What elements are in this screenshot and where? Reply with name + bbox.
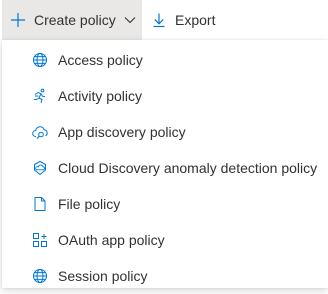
menu-item-label: OAuth app policy (58, 232, 165, 248)
menu-item-label: Session policy (58, 268, 148, 284)
add-icon (10, 12, 26, 28)
create-policy-button[interactable]: Create policy (2, 0, 142, 40)
menu-item-oauth-app-policy[interactable]: OAuth app policy (2, 222, 328, 258)
menu-item-app-discovery-policy[interactable]: App discovery policy (2, 114, 328, 150)
menu-item-file-policy[interactable]: File policy (2, 186, 328, 222)
export-label: Export (175, 12, 216, 28)
menu-item-cloud-discovery-anomaly-detection-policy[interactable]: Cloud Discovery anomaly detection policy (2, 150, 328, 186)
running-person-icon (32, 88, 48, 104)
globe-icon (32, 52, 48, 68)
menu-item-activity-policy[interactable]: Activity policy (2, 78, 328, 114)
menu-item-session-policy[interactable]: Session policy (2, 258, 328, 294)
menu-item-label: File policy (58, 196, 121, 212)
menu-item-access-policy[interactable]: Access policy (2, 42, 328, 78)
download-icon (151, 12, 167, 28)
app-grid-icon (32, 232, 48, 248)
menu-item-label: App discovery policy (58, 124, 186, 140)
menu-item-label: Access policy (58, 52, 143, 68)
create-policy-menu: Access policy Activity policy App discov… (2, 40, 328, 288)
command-bar: Create policy Export (0, 0, 328, 40)
chevron-down-icon (124, 14, 136, 26)
cloud-search-icon (32, 124, 48, 140)
cloud-anomaly-icon (32, 160, 48, 176)
menu-item-label: Cloud Discovery anomaly detection policy (58, 160, 318, 176)
export-button[interactable]: Export (148, 0, 228, 40)
file-icon (32, 196, 48, 212)
globe-icon (32, 268, 48, 284)
menu-item-label: Activity policy (58, 88, 143, 104)
create-policy-label: Create policy (34, 12, 116, 28)
